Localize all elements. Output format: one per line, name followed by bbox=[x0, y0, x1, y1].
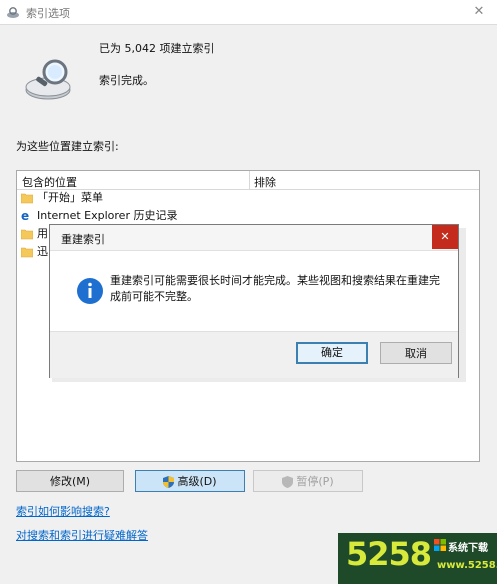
modify-button[interactable]: 修改(M) bbox=[16, 470, 124, 492]
column-header-exclude[interactable]: 排除 bbox=[254, 174, 276, 190]
column-divider[interactable] bbox=[249, 171, 250, 189]
list-item-label: 迅 bbox=[37, 245, 48, 258]
locations-label: 为这些位置建立索引: bbox=[16, 140, 119, 153]
advanced-button[interactable]: 高级(D) bbox=[135, 470, 245, 492]
window-titlebar: 索引选项 ✕ bbox=[0, 0, 497, 25]
list-item[interactable]: e Internet Explorer 历史记录 bbox=[21, 207, 177, 225]
ie-icon: e bbox=[21, 209, 30, 223]
shield-icon bbox=[163, 476, 175, 488]
list-item-label: Internet Explorer 历史记录 bbox=[37, 209, 178, 222]
dialog-footer: 确定 取消 bbox=[50, 331, 458, 378]
troubleshoot-search-link[interactable]: 对搜索和索引进行疑难解答 bbox=[16, 527, 148, 543]
watermark-site: www.5258.cn bbox=[437, 560, 497, 571]
index-status-text: 索引完成。 bbox=[99, 74, 154, 87]
list-item[interactable]: 迅 bbox=[21, 243, 48, 261]
list-item[interactable]: 「开始」菜单 bbox=[21, 189, 103, 207]
watermark-number: 5258 bbox=[346, 535, 432, 573]
watermark: 5258 系统下载 www.5258.cn bbox=[338, 533, 497, 584]
list-item[interactable]: 用 bbox=[21, 225, 48, 243]
indexing-options-icon bbox=[7, 7, 19, 18]
pause-button[interactable]: 暂停(P) bbox=[253, 470, 363, 492]
shield-icon bbox=[282, 476, 294, 488]
dialog-title: 重建索引 bbox=[61, 233, 105, 246]
dialog-close-button[interactable]: ✕ bbox=[432, 225, 458, 249]
indexed-count-text: 已为 5,042 项建立索引 bbox=[99, 42, 215, 55]
advanced-button-label: 高级(D) bbox=[177, 475, 217, 488]
folder-icon bbox=[21, 247, 33, 258]
folder-icon bbox=[21, 193, 33, 204]
watermark-brand: 系统下载 bbox=[448, 543, 488, 554]
pause-button-label: 暂停(P) bbox=[296, 475, 334, 488]
ok-button[interactable]: 确定 bbox=[296, 342, 368, 364]
info-icon bbox=[77, 278, 103, 304]
dialog-message: 重建索引可能需要很长时间才能完成。某些视图和搜索结果在重建完成前可能不完整。 bbox=[110, 274, 440, 303]
list-header: 包含的位置 排除 bbox=[17, 171, 479, 190]
column-header-include[interactable]: 包含的位置 bbox=[22, 174, 77, 190]
how-indexing-affects-search-link[interactable]: 索引如何影响搜索? bbox=[16, 503, 110, 519]
index-magnifier-icon bbox=[25, 59, 71, 100]
window-title: 索引选项 bbox=[26, 7, 70, 20]
list-item-label: 「开始」菜单 bbox=[37, 191, 103, 204]
rebuild-index-dialog: 重建索引 ✕ 重建索引可能需要很长时间才能完成。某些视图和搜索结果在重建完成前可… bbox=[49, 224, 459, 378]
dialog-titlebar[interactable]: 重建索引 ✕ bbox=[50, 225, 458, 251]
folder-icon bbox=[21, 229, 33, 240]
windows-logo-icon bbox=[434, 539, 446, 551]
cancel-button[interactable]: 取消 bbox=[380, 342, 452, 364]
window-close-button[interactable]: ✕ bbox=[466, 2, 492, 22]
list-item-label: 用 bbox=[37, 227, 48, 240]
